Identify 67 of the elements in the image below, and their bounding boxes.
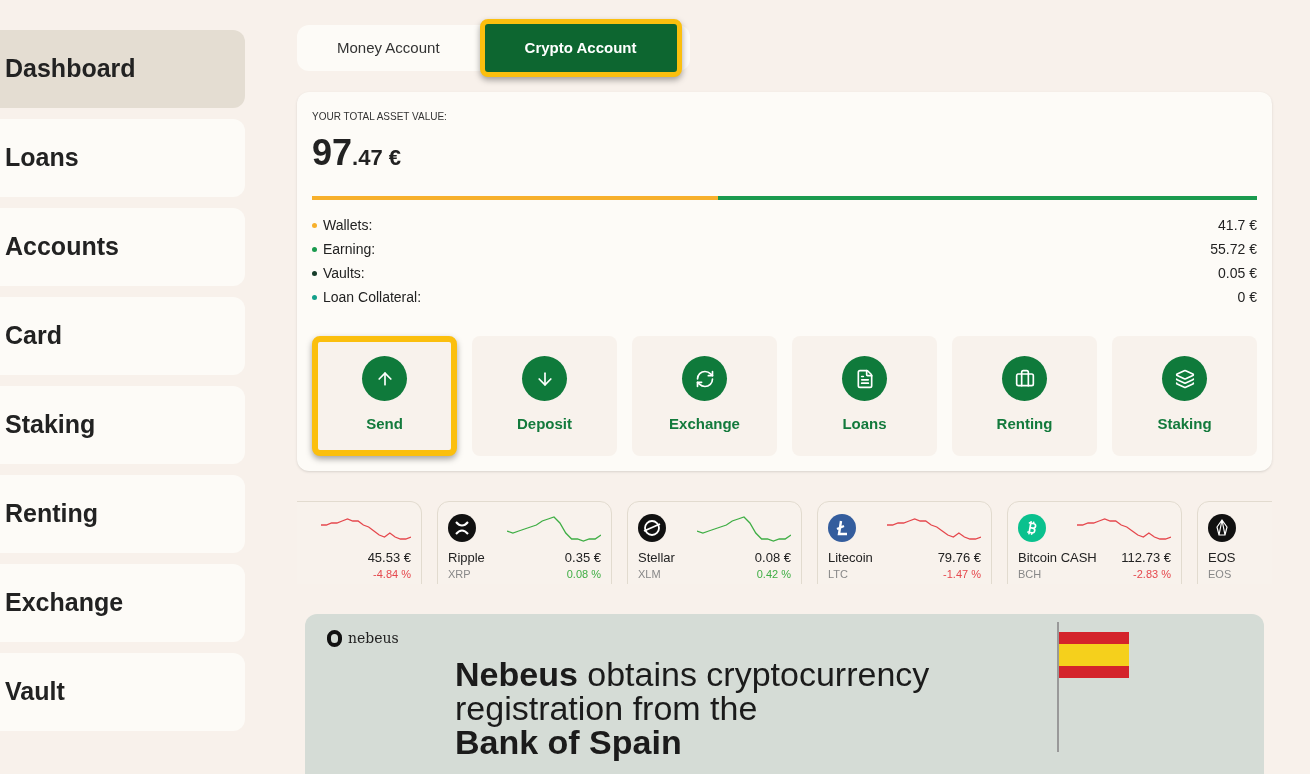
coin-logo-icon: [828, 514, 856, 542]
arrow-up-icon: [362, 356, 407, 402]
asset-label: Wallets:: [323, 216, 373, 235]
total-value: 97.47 €: [312, 131, 402, 175]
asset-value: 55.72 €: [1210, 240, 1257, 259]
ticker-card[interactable]: Ripple 0.35 € XRP 0.08 %: [437, 501, 612, 584]
refresh-icon: [682, 356, 727, 402]
coin-name: Bitcoin CASH: [1018, 550, 1097, 566]
coin-name: Ripple: [448, 550, 485, 566]
ticker-card[interactable]: 45.53 € -4.84 %: [297, 501, 422, 584]
account-tab[interactable]: Crypto Account: [479, 19, 682, 77]
coin-change: 0.08 %: [566, 567, 601, 582]
coin-logo-icon: [448, 514, 476, 542]
banner-headline: Nebeus obtains cryptocurrency: [455, 657, 931, 691]
coin-logo-icon: [638, 514, 666, 542]
coin-change: -2.83 %: [1133, 567, 1171, 582]
sidebar-item[interactable]: Vault: [0, 653, 245, 731]
coin-symbol: BCH: [1018, 567, 1042, 582]
action-button[interactable]: Renting: [952, 336, 1097, 456]
coin-price: 79.76 €: [937, 550, 981, 566]
news-banner[interactable]: nebeus Nebeus obtains cryptocurrency registration from the Bank of Spain: [305, 614, 1264, 774]
briefcase-icon: [1002, 356, 1047, 402]
coin-change: -4.84 %: [373, 567, 411, 582]
asset-label: Loan Collateral:: [323, 288, 422, 307]
document-icon: [842, 356, 887, 402]
sidebar-item[interactable]: Renting: [0, 475, 245, 553]
action-button[interactable]: Exchange: [632, 336, 777, 456]
stack-icon: [1162, 356, 1207, 402]
action-button[interactable]: Staking: [1112, 336, 1257, 456]
ticker-card[interactable]: Litecoin 79.76 € LTC -1.47 %: [817, 501, 992, 584]
coin-name: EOS: [1208, 550, 1236, 566]
action-button[interactable]: Send: [312, 336, 457, 456]
sidebar-item[interactable]: Accounts: [0, 208, 245, 286]
brand-name: nebeus: [348, 629, 399, 648]
arrow-down-icon: [522, 356, 567, 402]
sidebar-item[interactable]: Card: [0, 297, 245, 375]
coin-price: 0.35 €: [564, 550, 601, 566]
logo-icon: [327, 630, 342, 647]
asset-title: YOUR TOTAL ASSET VALUE:: [312, 110, 448, 124]
coin-price: 112.73 €: [1121, 550, 1171, 566]
asset-value: 0.05 €: [1218, 264, 1257, 283]
coin-logo-icon: [1208, 514, 1236, 542]
ticker-card[interactable]: Stellar 0.08 € XLM 0.42 %: [627, 501, 802, 584]
coin-change: 0.42 %: [756, 567, 791, 582]
coin-price: 45.53 €: [367, 550, 411, 566]
asset-value: 41.7 €: [1218, 216, 1257, 235]
sidebar-item[interactable]: Exchange: [0, 564, 245, 642]
sidebar-item[interactable]: Dashboard: [0, 30, 245, 108]
coin-price: 0.08 €: [754, 550, 791, 566]
coin-symbol: XRP: [448, 567, 471, 582]
asset-value: 0 €: [1237, 288, 1257, 307]
asset-label: Earning:: [323, 240, 376, 259]
coin-symbol: LTC: [828, 567, 848, 582]
coin-logo-icon: [1018, 514, 1046, 542]
action-button[interactable]: Deposit: [472, 336, 617, 456]
action-button[interactable]: Loans: [792, 336, 937, 456]
coin-name: Stellar: [638, 550, 675, 566]
ticker-card[interactable]: Bitcoin CASH 112.73 € BCH -2.83 %: [1007, 501, 1182, 584]
coin-change: -1.47 %: [943, 567, 981, 582]
coin-name: Litecoin: [828, 550, 873, 566]
sidebar-item[interactable]: Staking: [0, 386, 245, 464]
coin-symbol: XLM: [638, 567, 661, 582]
coin-symbol: EOS: [1208, 567, 1232, 582]
account-tab[interactable]: Money Account: [297, 25, 480, 71]
asset-label: Vaults:: [323, 264, 365, 283]
ticker-card[interactable]: EOS EOS: [1197, 501, 1272, 584]
sidebar-item[interactable]: Loans: [0, 119, 245, 197]
